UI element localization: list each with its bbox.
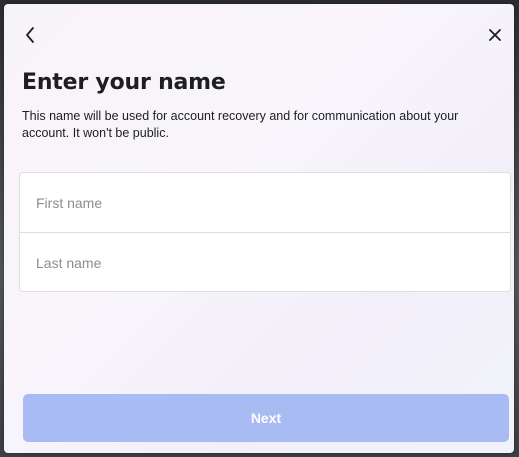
back-button[interactable] (18, 22, 42, 48)
enter-name-dialog: Enter your name This name will be used f… (4, 4, 514, 453)
window-frame: Enter your name This name will be used f… (0, 0, 519, 457)
chevron-left-icon (26, 27, 34, 43)
close-icon (489, 29, 501, 41)
first-name-input[interactable] (20, 173, 510, 232)
last-name-input[interactable] (20, 233, 510, 291)
close-button[interactable] (484, 24, 506, 46)
page-title: Enter your name (22, 70, 226, 95)
description-text: This name will be used for account recov… (22, 109, 459, 140)
next-button[interactable]: Next (23, 394, 509, 442)
name-form (19, 172, 511, 292)
